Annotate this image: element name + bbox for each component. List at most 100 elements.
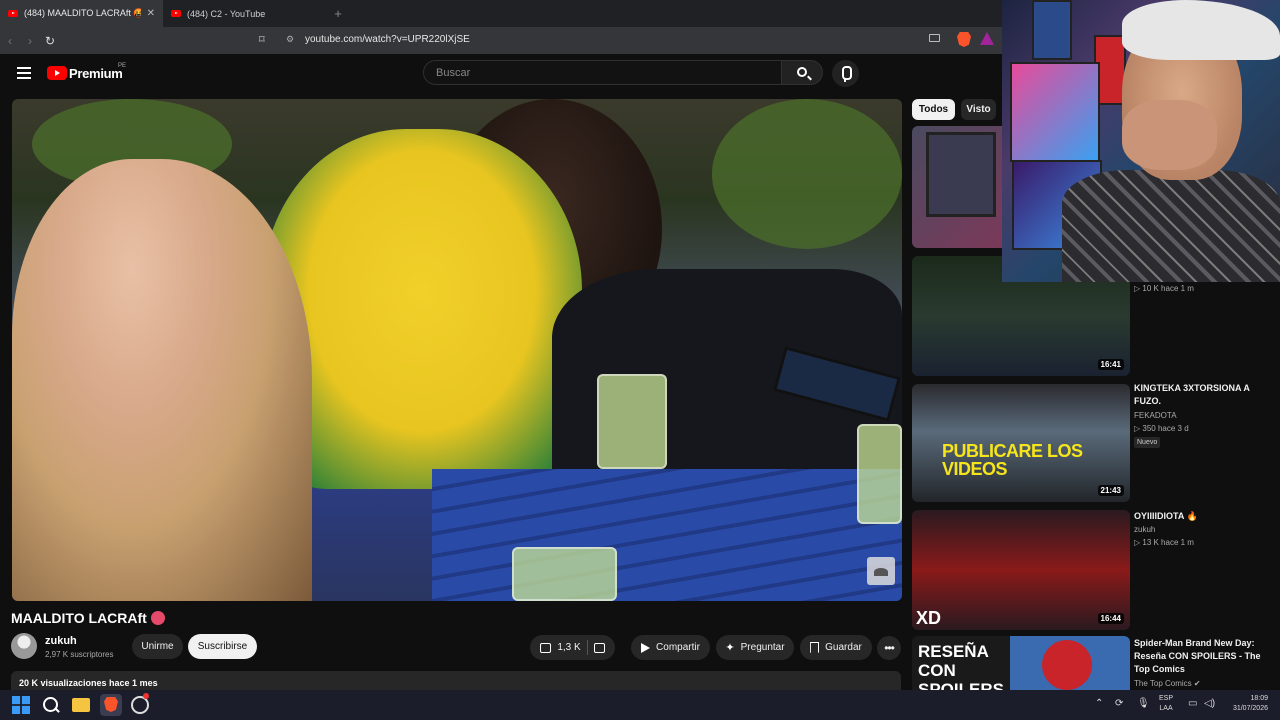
plant-shape [712,99,902,249]
windows-start-icon[interactable] [12,696,30,714]
back-icon[interactable]: ‹ [0,34,20,48]
tab-title: (484) MAALDITO LACRAft 🤬 - Y [24,8,141,18]
video-title-text: MAALDITO LACRAft [11,610,147,626]
streamer-shirt-shape [1062,170,1280,282]
browser-tab-bar: (484) MAALDITO LACRAft 🤬 - Y ✕ (484) C2 … [0,0,1002,27]
chip-all[interactable]: Todos [912,99,955,120]
search-box [423,60,782,85]
join-button[interactable]: Unirme [132,634,183,659]
new-tab-button[interactable]: + [326,6,350,21]
youtube-favicon-icon [171,10,181,17]
network-icon[interactable]: ▭ [1188,698,1197,709]
video-duration: 16:41 [1097,359,1124,370]
cast-icon[interactable] [929,34,940,42]
reload-icon[interactable]: ↻ [40,34,60,48]
clock-time: 18:09 [1250,695,1268,702]
channel-name[interactable]: zukuh [1134,525,1155,534]
save-button[interactable]: Guardar [800,635,872,660]
volume-icon[interactable]: ◁) [1204,698,1215,709]
share-button[interactable]: Compartir [631,635,710,660]
obs-icon[interactable] [131,693,149,714]
more-actions-button[interactable]: ••• [877,636,901,660]
share-icon [641,642,651,653]
poster-shape [1032,0,1072,60]
browser-tab-active[interactable]: (484) MAALDITO LACRAft 🤬 - Y ✕ [0,0,163,27]
subscribe-button[interactable]: Suscribirse [188,634,257,659]
video-meta: ▷ 13 K hace 1 m [1134,538,1194,547]
brave-browser-icon[interactable] [100,694,122,716]
video-duration: 21:43 [1097,485,1124,496]
video-thumbnail[interactable]: RESEÑA CON SPOILERS [912,636,1130,690]
bookmark-save-icon [810,642,820,653]
sparkle-icon: ✦ [725,642,735,654]
thumbnail-overlay-text: XD [916,608,942,628]
streamer-hand-shape [1122,100,1217,170]
dislike-icon[interactable] [593,642,605,653]
share-label: Compartir [656,642,700,653]
poster-shape [1010,62,1100,162]
video-title: MAALDITO LACRAft [11,610,165,626]
chevron-up-icon[interactable]: ⌃ [1095,698,1103,709]
address-bar: ‹ › ↻ ⌑ ⚙ youtube.com/watch?v=UPR220lXjS… [0,27,1002,54]
taskbar-search-icon[interactable] [42,696,60,714]
url-field[interactable]: youtube.com/watch?v=UPR220lXjSE [305,34,470,45]
miniplayer-icon[interactable] [867,557,895,585]
premium-logo-text[interactable]: Premium [69,66,123,81]
clock[interactable]: 18:09 31/07/2026 [1228,694,1268,714]
channel-name[interactable]: zukuh [45,635,77,647]
clock-date: 31/07/2026 [1232,705,1268,712]
subscriber-count: 2,97 K suscriptores [45,650,114,659]
video-title[interactable]: KINGTEKA 3XTORSIONA A FUZO. [1134,382,1274,408]
video-frame-shape [432,469,902,601]
divider [586,640,588,655]
tab-title: (484) C2 - YouTube [187,8,266,19]
bookmark-icon[interactable]: ⌑ [259,33,265,46]
search-icon [797,67,807,77]
channel-avatar[interactable] [11,633,37,659]
youtube-logo-icon[interactable] [47,66,67,80]
binder-shape [926,132,996,217]
ask-label: Preguntar [740,642,785,653]
video-meta: ▷ 10 K hace 1 m [1134,284,1194,293]
sync-icon[interactable]: ⟳ [1115,698,1123,709]
video-title[interactable]: Spider-Man Brand New Day: Reseña CON SPO… [1134,637,1274,676]
video-thumbnail[interactable]: PUBLICARE LOS VIDEOS 21:43 [912,384,1130,502]
like-count[interactable]: 1,3 K [557,642,580,653]
lang-code: ESP [1159,695,1174,702]
new-badge: Nuevo [1134,437,1161,448]
input-language[interactable]: ESP LAA [1159,694,1173,714]
windows-taskbar: ⌃ ⟳ 🎙 ESP LAA ▭ ◁) 18:09 31/07/2026 [0,690,1280,720]
thumbnail-overlay-text: PUBLICARE LOS VIDEOS [942,441,1083,479]
like-icon[interactable] [540,642,552,653]
voice-search-button[interactable] [832,60,859,87]
country-code: PE [118,63,127,69]
description-box[interactable]: 20 K visualizaciones hace 1 mes [11,671,901,691]
ask-button[interactable]: ✦ Preguntar [716,635,794,660]
close-tab-icon[interactable]: ✕ [147,8,155,19]
video-thumbnail[interactable]: XD 16:44 [912,510,1130,630]
video-meta: ▷ 350 hace 3 d [1134,424,1189,433]
video-title[interactable]: OYIIIIDIOTA 🔥 [1134,510,1274,523]
hamburger-menu-icon[interactable] [17,67,31,79]
chip-watched[interactable]: Visto [961,99,996,120]
streamer-cap-shape [1122,0,1280,60]
site-info-icon[interactable]: ⚙ [286,34,294,45]
save-label: Guardar [825,642,862,653]
video-duration: 16:44 [1097,613,1124,624]
browser-tab[interactable]: (484) C2 - YouTube [163,0,326,27]
youtube-favicon-icon [8,10,18,17]
search-input[interactable] [424,61,781,84]
search-button[interactable] [781,60,823,85]
brave-shields-icon[interactable] [957,32,971,47]
microphone-icon[interactable]: 🎙 [1137,698,1150,709]
lang-layout: LAA [1159,705,1173,712]
glass-shape [857,424,902,524]
file-explorer-icon[interactable] [72,698,90,712]
brave-rewards-icon[interactable] [980,32,994,45]
video-player[interactable] [12,99,902,601]
forward-icon[interactable]: › [20,34,40,48]
like-dislike-group: 1,3 K [530,635,615,660]
channel-name[interactable]: FEKADOTA [1134,411,1177,420]
angry-emoji-icon [150,611,165,625]
channel-name[interactable]: The Top Comics ✔ [1134,679,1201,688]
